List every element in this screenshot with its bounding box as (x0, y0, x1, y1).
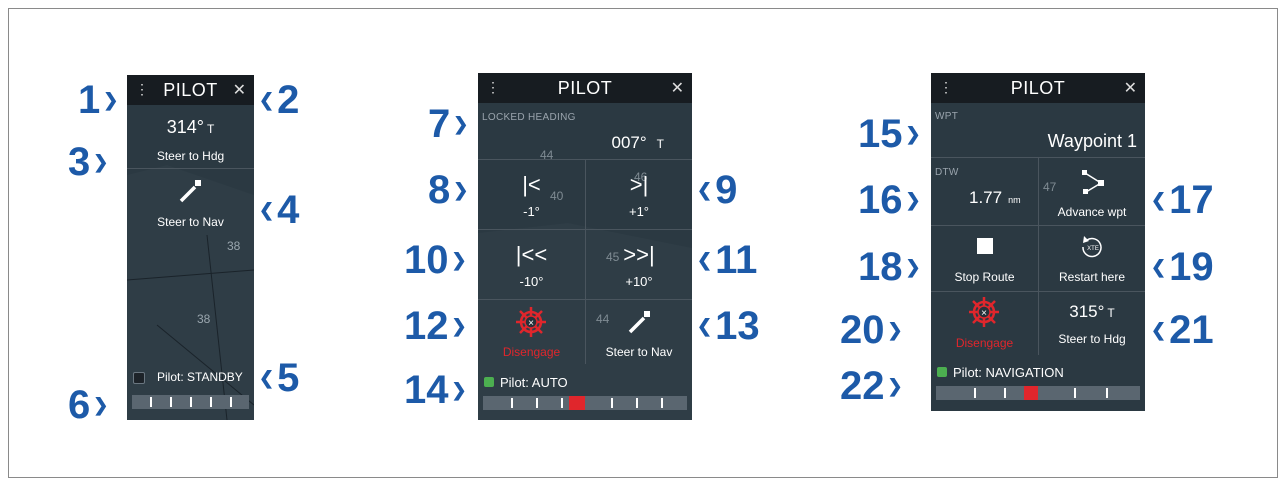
steer-to-nav-label: Steer to Nav (157, 215, 224, 229)
helm-disengage-icon: × (969, 297, 999, 327)
callout-15: 15 ❯ (858, 112, 921, 156)
callout-17: ❮ 17 (1151, 178, 1214, 222)
rudder-bar (483, 396, 687, 410)
steer-to-hdg-button[interactable]: 315° T Steer to Hdg (1038, 291, 1145, 355)
plus-10-label: +10° (625, 274, 653, 289)
pilot-panel-auto: 44 40 46 44 45 ⋮ PILOT ✕ LOCKED HEADING … (478, 73, 692, 420)
callout-21: ❮ 21 (1151, 308, 1214, 352)
disengage-label: Disengage (955, 336, 1014, 350)
heading-value: 314° (166, 117, 204, 137)
panel-header: ⋮ PILOT ✕ (931, 73, 1145, 103)
callout-2: ❮ 2 (259, 78, 300, 122)
panel-title: PILOT (557, 78, 613, 98)
heading-unit: T (1107, 306, 1115, 320)
plus-1-button[interactable]: >| +1° (585, 159, 692, 229)
status-text: Pilot: AUTO (500, 375, 568, 390)
dtw-caption: DTW (935, 167, 959, 178)
panel-header: ⋮ PILOT ✕ (127, 75, 254, 105)
panel-title: PILOT (1010, 78, 1066, 98)
steer-to-nav-button[interactable]: Steer to Nav (127, 168, 254, 236)
advance-waypoint-button[interactable]: Advance wpt (1038, 157, 1145, 225)
waypoint-tile: WPT Waypoint 1 (931, 103, 1145, 157)
wpt-caption: WPT (935, 111, 959, 122)
close-icon[interactable]: ✕ (1124, 78, 1137, 98)
dtw-unit: nm (1008, 195, 1021, 205)
callout-9: ❮ 9 (697, 168, 738, 212)
svg-text:×: × (981, 308, 987, 319)
callout-7: 7 ❯ (428, 102, 469, 146)
callout-6: 6 ❯ (68, 383, 109, 427)
double-step-forward-icon: >>| (623, 242, 655, 267)
status-indicator (133, 372, 145, 384)
restart-here-label: Restart here (1058, 270, 1126, 284)
callout-5: ❮ 5 (259, 356, 300, 400)
close-icon[interactable]: ✕ (233, 80, 246, 100)
callout-4: ❮ 4 (259, 188, 300, 232)
callout-18: 18 ❯ (858, 245, 921, 289)
pilot-panel-standby: 38 38 ⋮ PILOT ✕ 314° T Steer to Hdg Steer… (127, 75, 254, 420)
callout-13: ❮ 13 (697, 304, 760, 348)
steer-to-nav-icon (179, 180, 201, 203)
waypoint-name: Waypoint 1 (1047, 131, 1137, 151)
plus-1-label: +1° (628, 204, 650, 219)
advance-waypoint-icon (1082, 170, 1104, 194)
steer-to-hdg-button[interactable]: 314° T Steer to Hdg (127, 105, 254, 168)
dtw-tile: DTW 1.77 nm (931, 157, 1038, 225)
rudder-bar (936, 386, 1140, 400)
helm-disengage-icon: × (516, 307, 546, 337)
disengage-button[interactable]: × Disengage (478, 299, 585, 364)
disengage-label: Disengage (502, 345, 561, 359)
callout-8: 8 ❯ (428, 168, 469, 212)
status-text: Pilot: NAVIGATION (953, 365, 1064, 380)
svg-text:×: × (528, 318, 534, 329)
panel-header: ⋮ PILOT ✕ (478, 73, 692, 103)
steer-to-nav-button[interactable]: Steer to Nav (585, 299, 692, 364)
double-step-back-icon: |<< (515, 242, 548, 267)
callout-10: 10 ❯ (404, 238, 467, 282)
stop-route-button[interactable]: Stop Route (931, 225, 1038, 291)
status-text: Pilot: STANDBY (157, 370, 243, 384)
disengage-button[interactable]: × Disengage (931, 291, 1038, 355)
plus-10-button[interactable]: >>| +10° (585, 229, 692, 299)
status-indicator (937, 367, 947, 377)
restart-here-button[interactable]: XTE Restart here (1038, 225, 1145, 291)
heading-value: 315° (1069, 302, 1105, 321)
step-back-icon: |< (522, 172, 541, 197)
status-indicator (484, 377, 494, 387)
depth-label: 38 (197, 312, 211, 326)
callout-14: 14 ❯ (404, 368, 467, 412)
steer-to-nav-label: Steer to Nav (605, 345, 673, 359)
stop-icon (977, 238, 993, 254)
pilot-panel-navigation: 47 ⋮ PILOT ✕ WPT Waypoint 1 DTW 1.77 nm A… (931, 73, 1145, 411)
callout-1: 1 ❯ (78, 78, 119, 122)
minus-10-label: -10° (519, 274, 544, 289)
minus-10-button[interactable]: |<< -10° (478, 229, 585, 299)
minus-1-label: -1° (523, 204, 540, 219)
locked-heading-tile: LOCKED HEADING 007° T (478, 103, 692, 159)
callout-12: 12 ❯ (404, 304, 467, 348)
dtw-value: 1.77 (969, 188, 1003, 207)
callout-19: ❮ 19 (1151, 245, 1214, 289)
close-icon[interactable]: ✕ (671, 78, 684, 98)
locked-heading-value: 007° (611, 133, 647, 152)
locked-heading-unit: T (656, 137, 664, 151)
steer-to-hdg-label: Steer to Hdg (156, 149, 225, 163)
callout-20: 20 ❯ (840, 308, 903, 352)
minus-1-button[interactable]: |< -1° (478, 159, 585, 229)
step-forward-icon: >| (629, 172, 649, 197)
rudder-bar (132, 395, 249, 409)
steer-to-hdg-label: Steer to Hdg (1058, 332, 1126, 346)
callout-16: 16 ❯ (858, 178, 921, 222)
callout-3: 3 ❯ (68, 140, 109, 184)
depth-label: 38 (227, 239, 241, 253)
advance-wpt-label: Advance wpt (1057, 205, 1127, 219)
heading-unit: T (206, 122, 215, 136)
locked-heading-caption: LOCKED HEADING (482, 112, 576, 123)
callout-22: 22 ❯ (840, 364, 903, 408)
steer-to-nav-icon (628, 311, 650, 334)
stop-route-label: Stop Route (954, 270, 1015, 284)
svg-text:XTE: XTE (1087, 246, 1099, 252)
restart-xte-icon: XTE (1082, 236, 1102, 258)
callout-11: ❮ 11 (697, 238, 758, 282)
